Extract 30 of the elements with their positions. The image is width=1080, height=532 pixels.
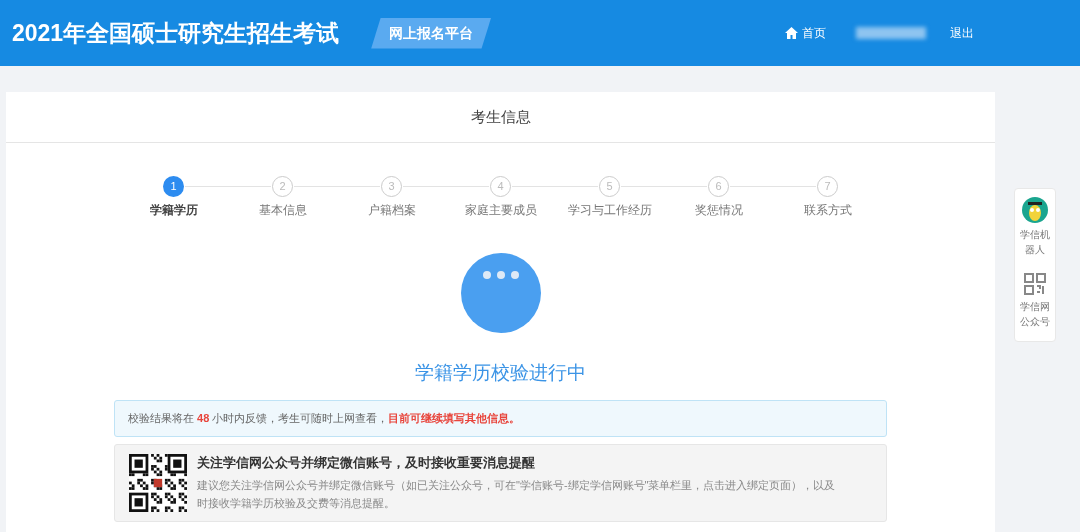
side-tool-label[interactable]: 学信机器人 (1017, 227, 1053, 257)
step-label: 联系方式 (803, 202, 852, 219)
qr-code-icon (1024, 273, 1046, 295)
status-title: 学籍学历校验进行中 (415, 361, 586, 385)
wechat-description: 建议您关注学信网公众号并绑定微信账号（如已关注公众号，可在"学信账号-绑定学信网账号"菜单栏里，点击进入绑定页面），以及时接收学籍学历校验及交费等消息提醒。 (197, 477, 837, 511)
step-number: 5 (599, 176, 620, 197)
qr-code-icon (129, 453, 187, 512)
logout-link[interactable]: 退出 (950, 24, 974, 42)
platform-badge: 网上报名平台 (371, 17, 492, 49)
step-number: 6 (708, 176, 729, 197)
wechat-title: 关注学信网公众号并绑定微信账号，及时接收重要消息提醒 (197, 454, 536, 473)
site-title: 2021年全国硕士研究生招生考试 (12, 18, 340, 48)
step-label: 学习与工作经历 (567, 202, 652, 219)
step-label: 奖惩情况 (694, 202, 743, 219)
home-link[interactable]: 首页 (785, 24, 826, 42)
step-label: 户籍档案 (367, 202, 416, 219)
redacted-username (856, 27, 926, 39)
side-tool-label[interactable]: 学信网公众号 (1017, 299, 1053, 329)
step-number: 7 (817, 176, 838, 197)
step-number: 2 (272, 176, 293, 197)
step-number: 4 (490, 176, 511, 197)
owl-avatar-icon (1022, 197, 1048, 223)
step-label: 基本信息 (258, 202, 307, 219)
step-number: 1 (163, 176, 184, 197)
step-number: 3 (381, 176, 402, 197)
notice-message: 校验结果将在 48 小时内反馈，考生可随时上网查看，目前可继续填写其他信息。 (114, 399, 887, 437)
step-label: 家庭主要成员 (464, 202, 537, 219)
card-title: 考生信息 (470, 106, 531, 127)
home-icon (785, 27, 798, 39)
step-label: 学籍学历 (149, 202, 198, 219)
